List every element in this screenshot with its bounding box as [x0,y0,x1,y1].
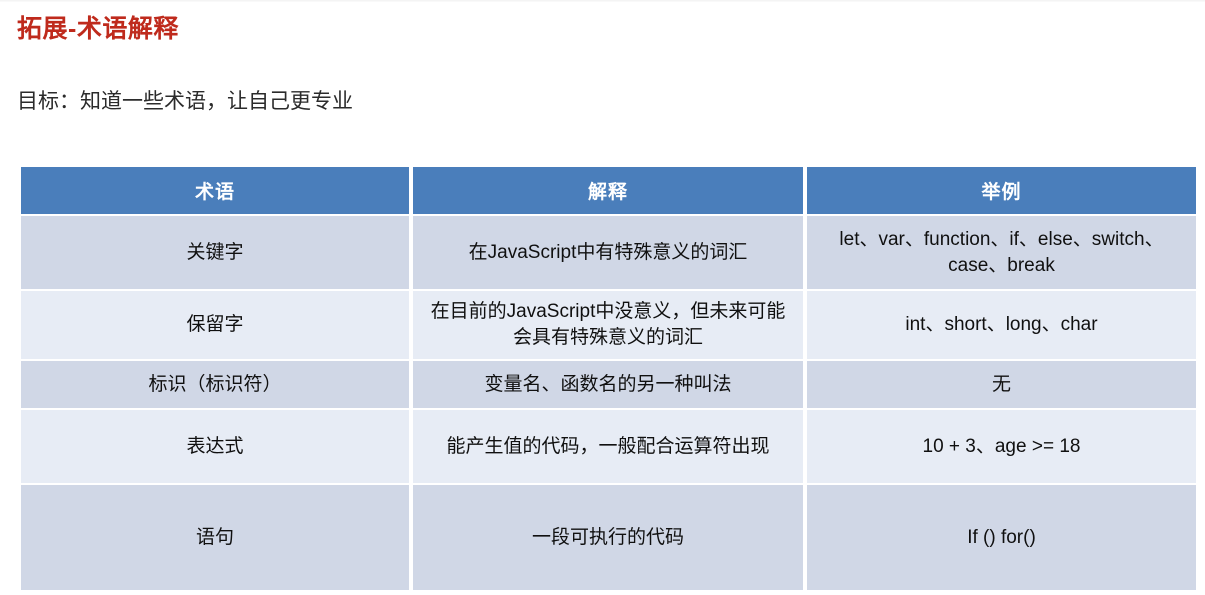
cell-example: let、var、function、if、else、switch、case、bre… [807,216,1196,289]
table-row: 保留字 在目前的JavaScript中没意义，但未来可能会具有特殊意义的词汇 i… [21,291,1196,359]
cell-example: int、short、long、char [807,291,1196,359]
page-subtitle: 目标：知道一些术语，让自己更专业 [17,89,353,113]
slide-page: 拓展-术语解释 目标：知道一些术语，让自己更专业 术语 解释 举例 关键字 在J… [0,0,1205,595]
column-header-explanation: 解释 [413,167,803,214]
cell-term: 标识（标识符） [21,361,409,408]
cell-explanation: 变量名、函数名的另一种叫法 [413,361,803,408]
table-header-row: 术语 解释 举例 [21,167,1196,214]
cell-explanation: 在JavaScript中有特殊意义的词汇 [413,216,803,289]
cell-term: 语句 [21,485,409,590]
cell-explanation: 能产生值的代码，一般配合运算符出现 [413,410,803,483]
table-row: 语句 一段可执行的代码 If () for() [21,485,1196,590]
cell-term: 表达式 [21,410,409,483]
cell-example: If () for() [807,485,1196,590]
table-body: 关键字 在JavaScript中有特殊意义的词汇 let、var、functio… [21,216,1196,590]
cell-explanation: 一段可执行的代码 [413,485,803,590]
cell-example: 无 [807,361,1196,408]
column-header-example: 举例 [807,167,1196,214]
table-row: 关键字 在JavaScript中有特殊意义的词汇 let、var、functio… [21,216,1196,289]
table-header: 术语 解释 举例 [21,167,1196,214]
cell-example: 10 + 3、age >= 18 [807,410,1196,483]
column-header-term: 术语 [21,167,409,214]
table-row: 标识（标识符） 变量名、函数名的另一种叫法 无 [21,361,1196,408]
terminology-table: 术语 解释 举例 关键字 在JavaScript中有特殊意义的词汇 let、va… [17,165,1200,592]
cell-term: 关键字 [21,216,409,289]
page-title: 拓展-术语解释 [17,15,179,43]
table-row: 表达式 能产生值的代码，一般配合运算符出现 10 + 3、age >= 18 [21,410,1196,483]
cell-term: 保留字 [21,291,409,359]
cell-explanation: 在目前的JavaScript中没意义，但未来可能会具有特殊意义的词汇 [413,291,803,359]
